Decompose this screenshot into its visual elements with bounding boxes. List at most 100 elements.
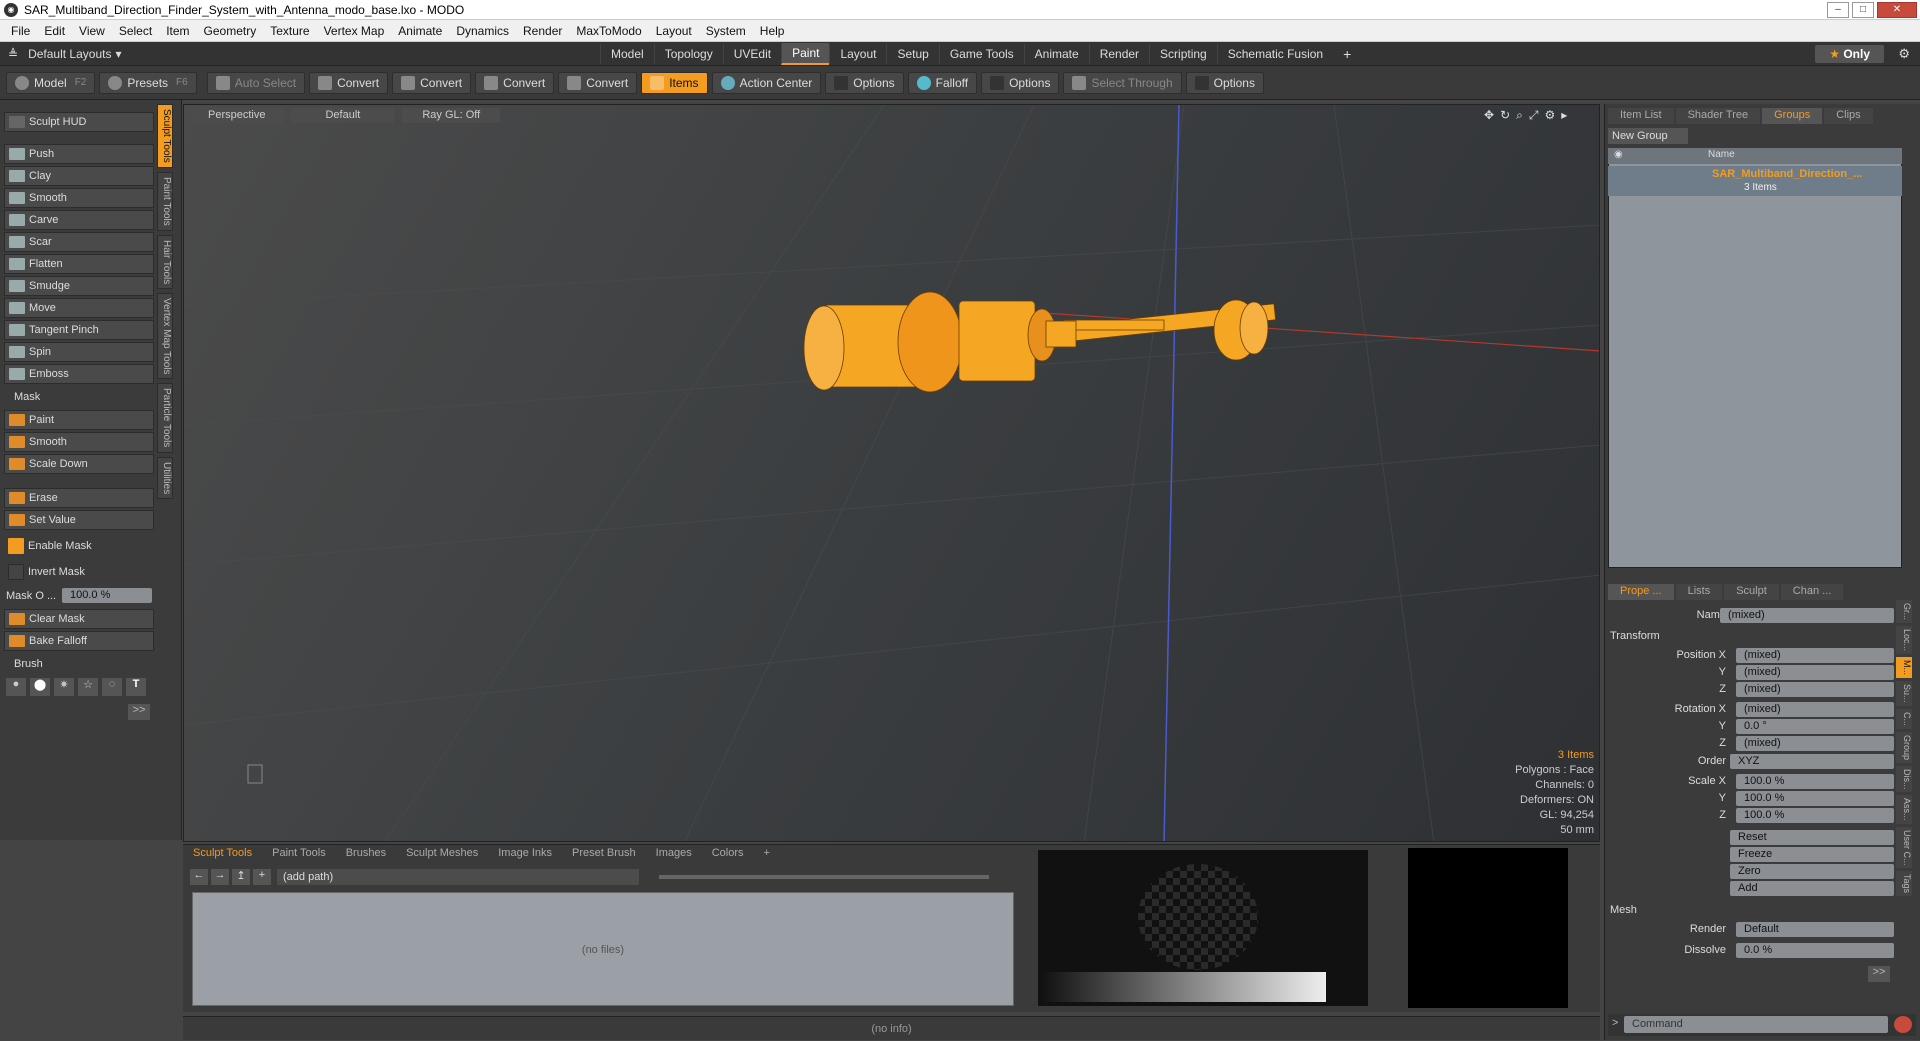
mask-paint-button[interactable]: Paint	[4, 410, 154, 430]
menu-select[interactable]: Select	[112, 24, 159, 38]
viewport-gear-icon[interactable]: ⚙	[1544, 108, 1555, 123]
btab-brushes[interactable]: Brushes	[336, 845, 396, 863]
btab-preset-brush[interactable]: Preset Brush	[562, 845, 646, 863]
position-z-field[interactable]: (mixed)	[1736, 682, 1894, 697]
brush-splat-icon[interactable]: ✷	[54, 678, 74, 696]
scale-y-field[interactable]: 100.0 %	[1736, 791, 1894, 806]
tab-schematic-fusion[interactable]: Schematic Fusion	[1216, 43, 1333, 64]
side-tab-surface[interactable]: Su...	[1896, 681, 1912, 706]
options-button-1[interactable]: Options	[825, 71, 904, 94]
select-through-button[interactable]: Select Through	[1063, 71, 1182, 94]
menu-help[interactable]: Help	[753, 24, 792, 38]
position-y-field[interactable]: (mixed)	[1736, 665, 1894, 680]
btab-colors[interactable]: Colors	[702, 845, 754, 863]
clear-mask-button[interactable]: Clear Mask	[4, 609, 154, 629]
set-value-button[interactable]: Set Value	[4, 510, 154, 530]
position-x-field[interactable]: (mixed)	[1736, 648, 1894, 663]
forward-icon[interactable]: →	[211, 869, 229, 885]
options-button-3[interactable]: Options	[1185, 71, 1264, 94]
freeze-dropdown[interactable]: Freeze	[1730, 847, 1894, 862]
vtab-sculpt-tools[interactable]: Sculpt Tools	[157, 104, 173, 168]
rotation-x-field[interactable]: (mixed)	[1736, 702, 1894, 717]
rotation-y-field[interactable]: 0.0 °	[1736, 719, 1894, 734]
brush-header[interactable]: Brush	[4, 658, 154, 674]
menu-item[interactable]: Item	[159, 24, 196, 38]
menu-geometry[interactable]: Geometry	[197, 24, 264, 38]
add-tab-button[interactable]: +	[1333, 43, 1361, 65]
tab-paint[interactable]: Paint	[781, 42, 830, 65]
file-browser[interactable]: (no files)	[192, 892, 1014, 1006]
tool-emboss[interactable]: Emboss	[4, 364, 154, 384]
reset-dropdown[interactable]: Reset	[1730, 830, 1894, 845]
add-tab-button[interactable]: +	[754, 845, 780, 863]
items-mode-button[interactable]: Items	[641, 71, 708, 94]
zoom-view-icon[interactable]: ⌕	[1516, 108, 1523, 123]
btab-sculpt-meshes[interactable]: Sculpt Meshes	[396, 845, 488, 863]
order-dropdown[interactable]: XYZ	[1730, 754, 1894, 769]
menu-vertex-map[interactable]: Vertex Map	[317, 24, 392, 38]
tab-scripting[interactable]: Scripting	[1149, 43, 1217, 64]
btab-sculpt-tools[interactable]: Sculpt Tools	[183, 845, 262, 863]
more-properties-button[interactable]: >>	[1868, 966, 1890, 982]
tab-uvedit[interactable]: UVEdit	[722, 43, 781, 64]
maximize-button[interactable]: □	[1852, 1, 1874, 18]
menu-system[interactable]: System	[699, 24, 753, 38]
menu-view[interactable]: View	[72, 24, 112, 38]
tab-channels[interactable]: Chan ...	[1780, 584, 1844, 600]
transform-section[interactable]: Transform	[1610, 630, 1660, 642]
brush-text-icon[interactable]: T	[126, 678, 146, 696]
brush-soft-icon[interactable]: ●	[6, 678, 26, 696]
brush-procedural-icon[interactable]: ◌	[102, 678, 122, 696]
tab-setup[interactable]: Setup	[886, 43, 938, 64]
shading-dropdown[interactable]: Default	[291, 108, 395, 123]
tab-groups[interactable]: Groups	[1762, 108, 1823, 124]
side-tab-user-channels[interactable]: User C...	[1896, 826, 1912, 869]
convert-polygons-button[interactable]: Convert	[475, 71, 555, 94]
menu-maxtomodo[interactable]: MaxToModo	[569, 24, 648, 38]
scale-z-field[interactable]: 100.0 %	[1736, 808, 1894, 823]
mask-header[interactable]: Mask	[4, 391, 154, 407]
tool-move[interactable]: Move	[4, 298, 154, 318]
falloff-button[interactable]: Falloff	[907, 71, 978, 94]
tab-clips[interactable]: Clips	[1824, 108, 1873, 124]
maximize-view-icon[interactable]: ⤢	[1529, 108, 1539, 123]
side-tab-group-2[interactable]: Group	[1896, 731, 1912, 763]
add-dropdown[interactable]: Add	[1730, 881, 1894, 896]
tab-shader-tree[interactable]: Shader Tree	[1675, 108, 1761, 124]
erase-button[interactable]: Erase	[4, 488, 154, 508]
scale-x-field[interactable]: 100.0 %	[1736, 774, 1894, 789]
menu-render[interactable]: Render	[516, 24, 569, 38]
viewport-menu-icon[interactable]: ▸	[1561, 108, 1567, 123]
add-path-icon[interactable]: +	[253, 869, 271, 885]
model-mode-button[interactable]: Model F2	[6, 71, 96, 94]
vtab-utilities[interactable]: Utilities	[157, 456, 173, 499]
tool-smudge[interactable]: Smudge	[4, 276, 154, 296]
btab-images[interactable]: Images	[646, 845, 702, 863]
presets-button[interactable]: Presets F6	[99, 71, 197, 94]
side-tab-mesh[interactable]: M...	[1896, 657, 1912, 679]
tool-flatten[interactable]: Flatten	[4, 254, 154, 274]
vtab-hair-tools[interactable]: Hair Tools	[157, 234, 173, 289]
tab-layout[interactable]: Layout	[829, 43, 886, 64]
menu-texture[interactable]: Texture	[263, 24, 316, 38]
menu-file[interactable]: File	[4, 24, 37, 38]
tab-game-tools[interactable]: Game Tools	[938, 43, 1024, 64]
default-layouts-dropdown[interactable]: ≜ Default Layouts ▾	[0, 47, 600, 61]
zero-dropdown[interactable]: Zero	[1730, 864, 1894, 879]
mask-opacity-field[interactable]: 100.0 %	[62, 588, 152, 603]
rotation-z-field[interactable]: (mixed)	[1736, 736, 1894, 751]
tool-clay[interactable]: Clay	[4, 166, 154, 186]
vtab-particle-tools[interactable]: Particle Tools	[157, 383, 173, 453]
side-tab-display[interactable]: Dis...	[1896, 765, 1912, 793]
side-tab-group[interactable]: Gr...	[1896, 600, 1912, 624]
only-toggle[interactable]: ★ Only	[1815, 45, 1884, 63]
tool-carve[interactable]: Carve	[4, 210, 154, 230]
tab-topology[interactable]: Topology	[653, 43, 723, 64]
convert-materials-button[interactable]: Convert	[558, 71, 638, 94]
new-group-button[interactable]: New Group	[1608, 128, 1688, 144]
brush-star-icon[interactable]: ☆	[78, 678, 98, 696]
up-folder-icon[interactable]: ↥	[232, 869, 250, 885]
raygl-toggle[interactable]: Ray GL: Off	[402, 108, 501, 123]
brush-hard-icon[interactable]: ⬤	[30, 678, 50, 696]
thumbnail-size-slider[interactable]	[659, 875, 989, 879]
